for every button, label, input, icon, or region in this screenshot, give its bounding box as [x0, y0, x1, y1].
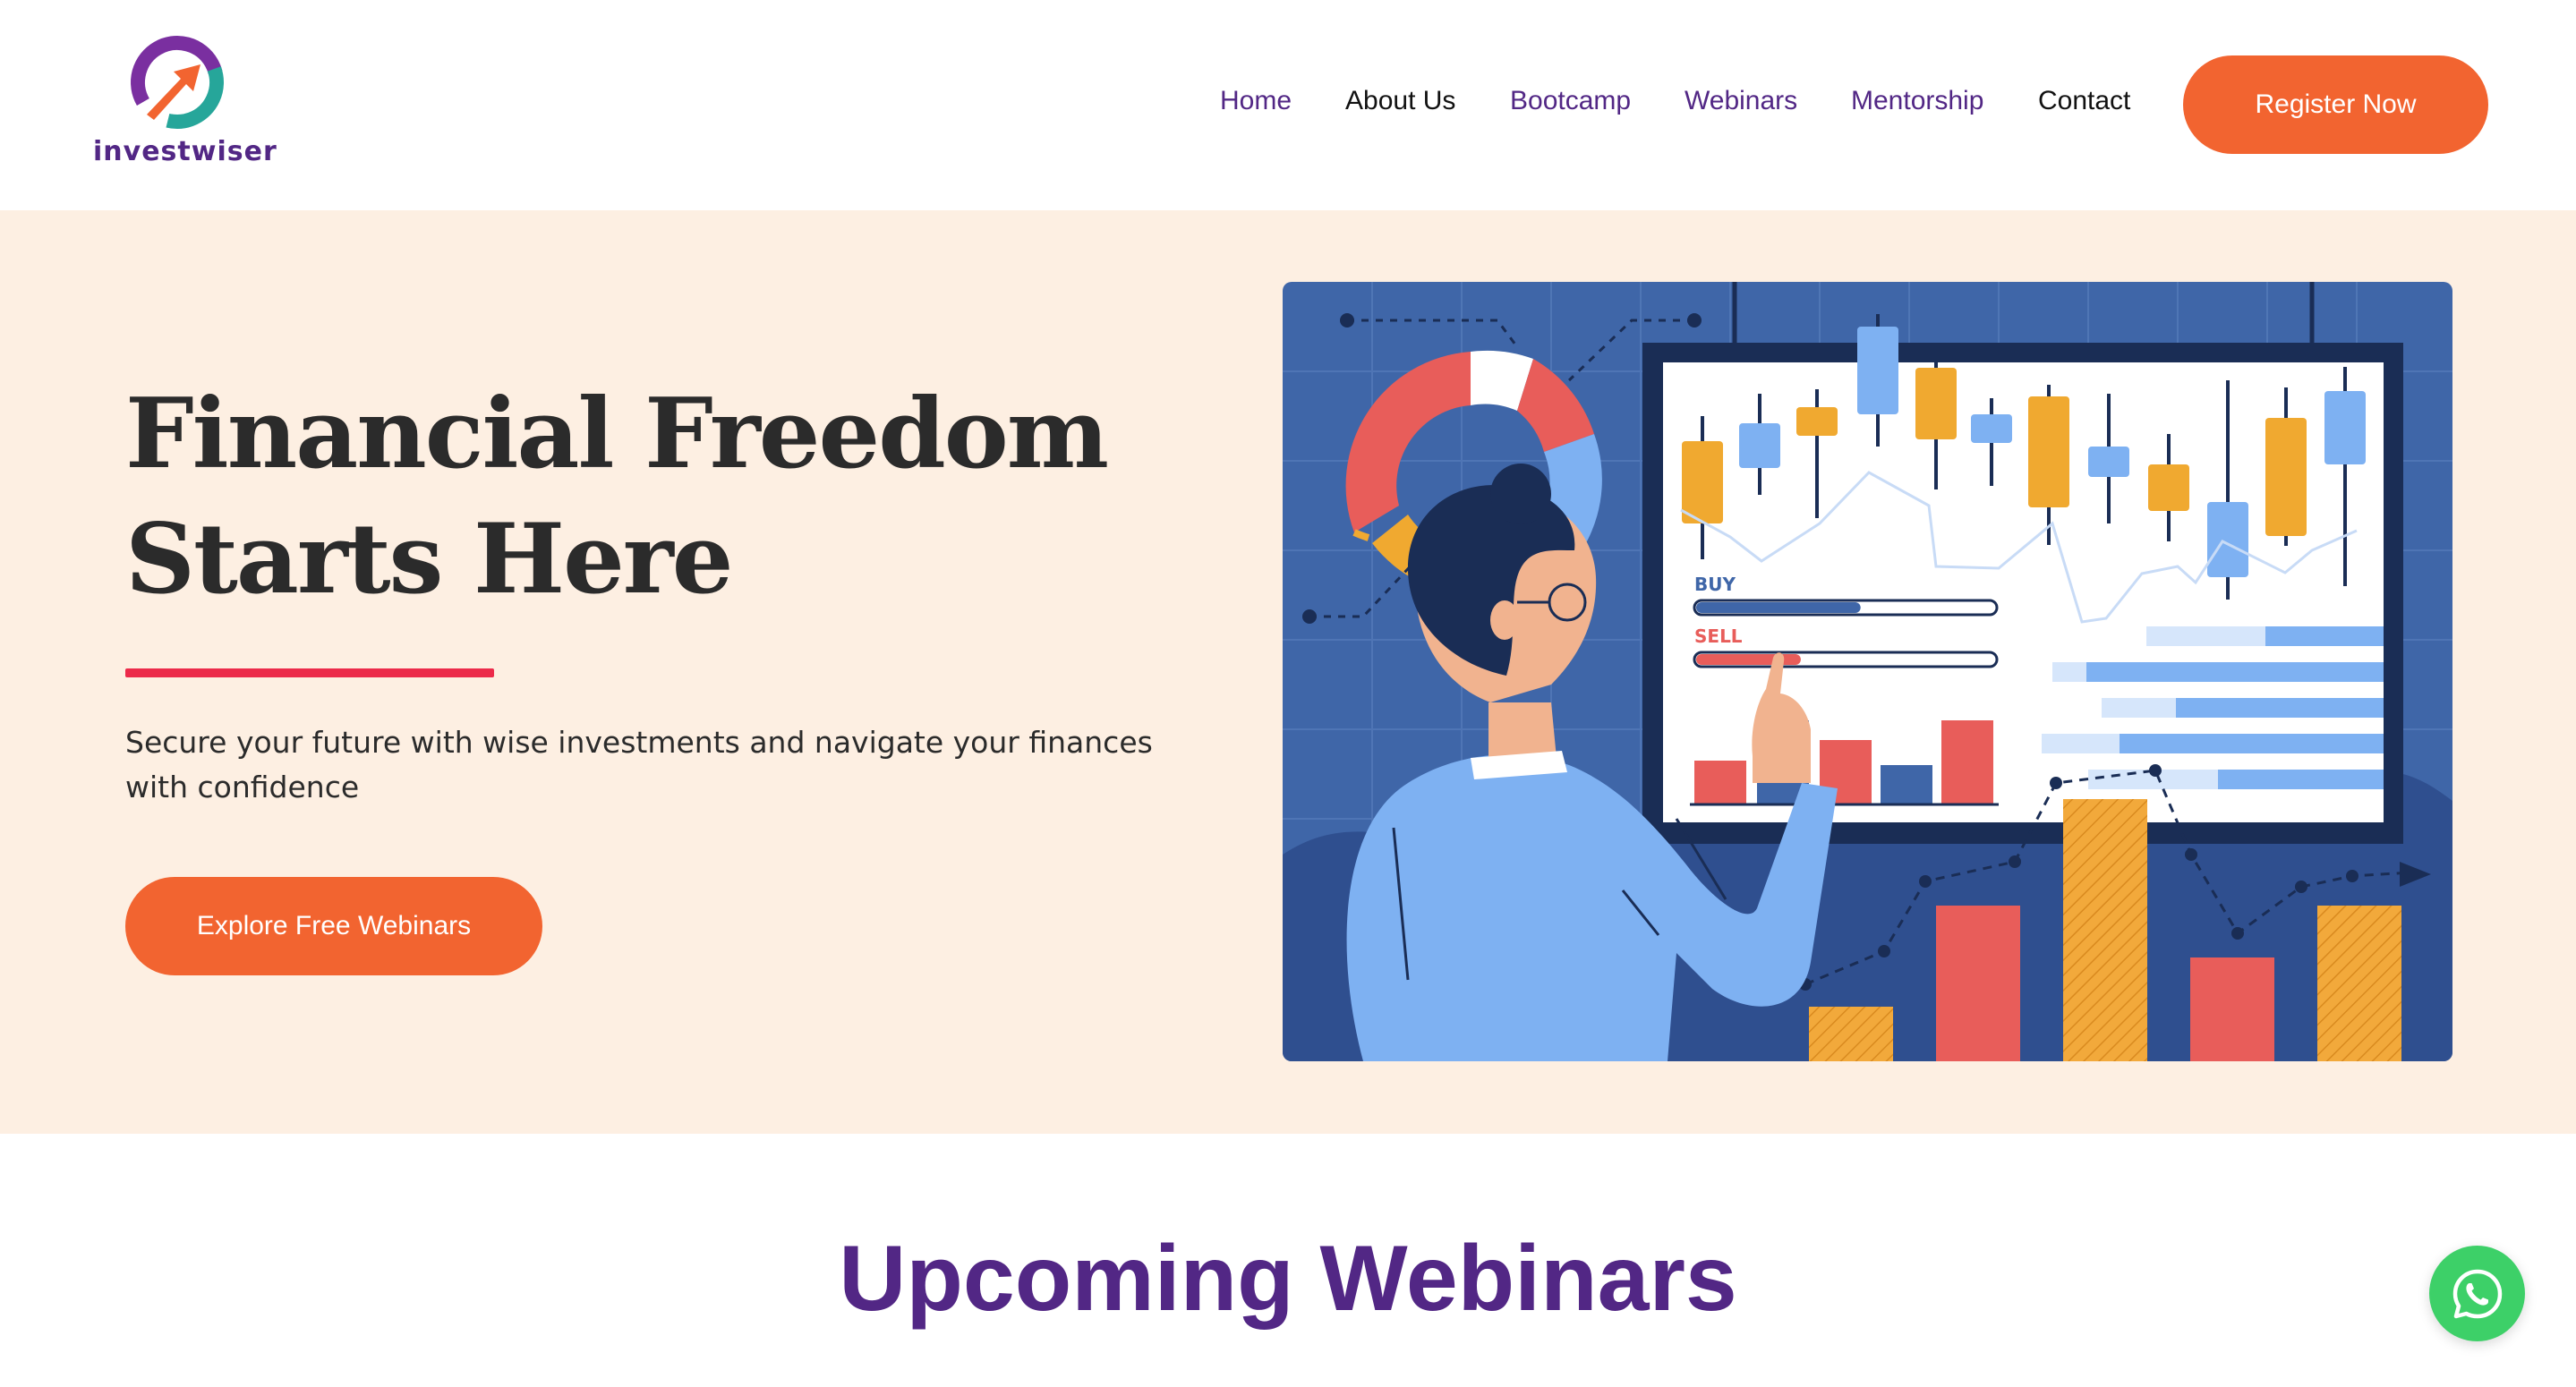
whatsapp-chat-button[interactable] — [2429, 1246, 2525, 1341]
nav-bootcamp[interactable]: Bootcamp — [1510, 86, 1631, 116]
nav-about-us[interactable]: About Us — [1345, 86, 1455, 116]
trading-illustration: BUY SELL — [1283, 282, 2452, 1061]
hero-section: Financial Freedom Starts Here Secure you… — [0, 210, 2576, 1134]
buy-label: BUY — [1694, 574, 1736, 595]
site-logo[interactable]: investwiser — [90, 32, 277, 175]
logo-arrow-icon — [131, 35, 224, 129]
whatsapp-icon — [2452, 1269, 2502, 1318]
hero-subtitle: Secure your future with wise investments… — [125, 725, 1153, 804]
explore-webinars-button[interactable]: Explore Free Webinars — [125, 877, 542, 975]
hero-divider — [125, 668, 494, 677]
logo-wordmark: investwiser — [93, 136, 277, 167]
hero-title-line1: Financial Freedom — [125, 378, 1109, 490]
buy-meter-fill — [1696, 602, 1861, 613]
sell-meter-fill — [1696, 654, 1801, 665]
site-header: investwiser Home About Us Bootcamp Webin… — [0, 0, 2576, 210]
nav-webinars[interactable]: Webinars — [1685, 86, 1797, 116]
nav-mentorship[interactable]: Mentorship — [1851, 86, 1983, 116]
hero-title: Financial Freedom Starts Here — [125, 371, 1109, 622]
sell-label: SELL — [1694, 625, 1743, 647]
hero-title-line2: Starts Here — [125, 503, 733, 616]
upcoming-webinars-title: Upcoming Webinars — [839, 1227, 1737, 1331]
register-now-button[interactable]: Register Now — [2183, 55, 2488, 154]
nav-contact[interactable]: Contact — [2038, 86, 2130, 116]
nav-home[interactable]: Home — [1220, 86, 1292, 116]
